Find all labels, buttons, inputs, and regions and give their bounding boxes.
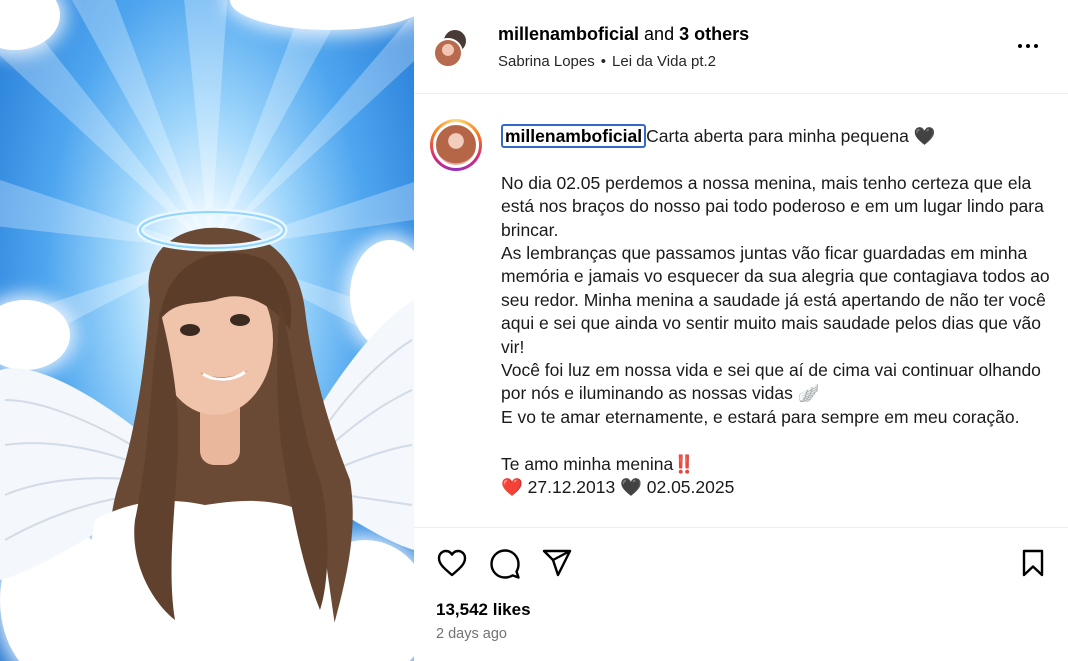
bookmark-icon[interactable] bbox=[1020, 548, 1046, 578]
caption-paragraph: E vo te amar eternamente, e estará para … bbox=[501, 406, 1020, 427]
caption-paragraph: Você foi luz em nossa vida e sei que aí … bbox=[501, 360, 1046, 404]
paper-plane-icon[interactable] bbox=[541, 548, 573, 578]
caption-dates: ❤️ 27.12.2013 🖤 02.05.2025 bbox=[501, 477, 735, 498]
caption-paragraph: No dia 02.05 perdemos a nossa menina, ma… bbox=[501, 172, 1049, 240]
post-panel: millenamboficial and 3 others Sabrina Lo… bbox=[414, 0, 1068, 661]
caption-area: millenamboficial Carta aberta para minha … bbox=[414, 95, 1068, 527]
audio-info[interactable]: Sabrina Lopes • Lei da Vida pt.2 bbox=[498, 52, 716, 72]
song-name[interactable]: Lei da Vida pt.2 bbox=[612, 53, 716, 70]
post-header: millenamboficial and 3 others Sabrina Lo… bbox=[414, 0, 1068, 94]
separator: • bbox=[600, 53, 607, 70]
post-authors: millenamboficial and 3 others bbox=[498, 22, 749, 46]
caption-title: Carta aberta para minha pequena 🖤 bbox=[646, 126, 936, 146]
caption-avatar[interactable] bbox=[430, 119, 482, 171]
and-text: and bbox=[639, 24, 680, 44]
caption-username[interactable]: millenamboficial bbox=[501, 124, 647, 148]
comment-icon[interactable] bbox=[489, 548, 521, 580]
others-link[interactable]: 3 others bbox=[679, 24, 749, 44]
more-options-icon[interactable] bbox=[1018, 36, 1042, 56]
post-actions: 13,542 likes 2 days ago bbox=[414, 527, 1068, 661]
heart-icon[interactable] bbox=[436, 548, 468, 578]
post-image[interactable] bbox=[0, 0, 414, 661]
angel-girl-illustration bbox=[70, 208, 353, 661]
artist-name[interactable]: Sabrina Lopes bbox=[498, 53, 595, 70]
author-avatar[interactable] bbox=[433, 38, 463, 68]
post-time[interactable]: 2 days ago bbox=[436, 626, 507, 642]
likes-count[interactable]: 13,542 likes bbox=[436, 600, 531, 620]
author-username[interactable]: millenamboficial bbox=[498, 24, 639, 44]
caption-text: millenamboficial Carta aberta para minha … bbox=[501, 124, 1061, 499]
caption-closing: Te amo minha menina‼️ bbox=[501, 453, 695, 474]
caption-paragraph: As lembranças que passamos juntas vão fi… bbox=[501, 243, 1055, 357]
